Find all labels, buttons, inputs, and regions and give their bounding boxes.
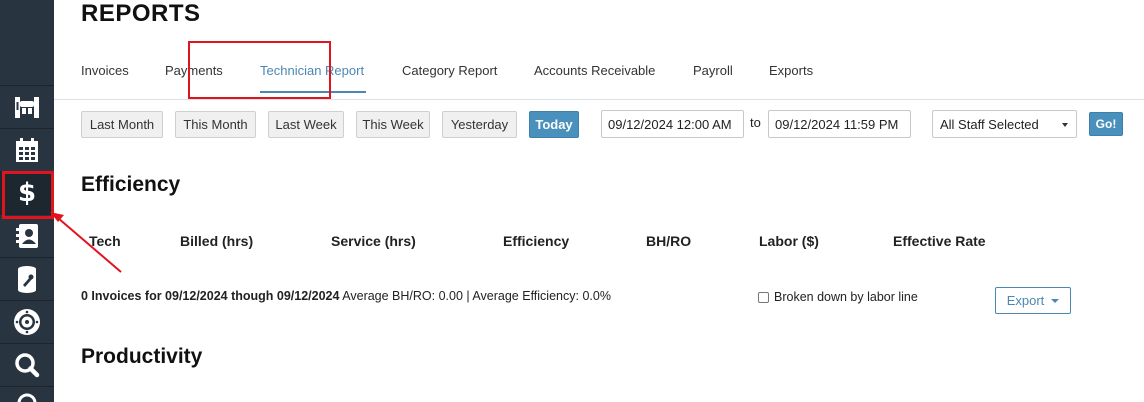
- car-lift-icon: [15, 97, 39, 118]
- yesterday-button[interactable]: Yesterday: [442, 111, 517, 138]
- sidebar-highlight-box: [2, 171, 54, 219]
- last-week-button[interactable]: Last Week: [268, 111, 344, 138]
- this-week-button[interactable]: This Week: [356, 111, 430, 138]
- summary-invoice-count: 0 Invoices for 09/12/2024 though 09/12/2…: [81, 289, 340, 303]
- go-button[interactable]: Go!: [1089, 112, 1123, 136]
- tab-category-report[interactable]: Category Report: [402, 63, 497, 78]
- breakdown-option[interactable]: Broken down by labor line: [758, 290, 918, 304]
- parts-icon: [18, 266, 36, 293]
- search-icon: [15, 353, 40, 378]
- caret-down-icon: [1051, 298, 1060, 303]
- tab-invoices[interactable]: Invoices: [81, 63, 129, 78]
- this-month-button[interactable]: This Month: [175, 111, 256, 138]
- productivity-title: Productivity: [81, 345, 203, 368]
- contacts-icon: [16, 224, 38, 248]
- last-month-button[interactable]: Last Month: [81, 111, 163, 138]
- export-label: Export: [1006, 293, 1045, 308]
- tab-exports[interactable]: Exports: [769, 63, 813, 78]
- chevron-down-icon: [1062, 123, 1068, 127]
- sidebar-top-spacer: [0, 0, 54, 86]
- col-effective-rate[interactable]: Effective Rate: [893, 233, 986, 249]
- tire-icon: [14, 309, 40, 335]
- breakdown-label: Broken down by labor line: [774, 290, 918, 304]
- col-bh-ro[interactable]: BH/RO: [646, 233, 691, 249]
- breakdown-checkbox[interactable]: [758, 291, 769, 303]
- partial-icon: [17, 393, 37, 402]
- summary-averages: Average BH/RO: 0.00 | Average Efficiency…: [339, 289, 611, 303]
- from-date-input[interactable]: 09/12/2024 12:00 AM: [601, 110, 744, 138]
- col-tech[interactable]: Tech: [89, 233, 121, 249]
- sidebar-item-car-lift[interactable]: [0, 86, 54, 129]
- to-label: to: [750, 115, 761, 130]
- sidebar-item-calendar[interactable]: [0, 129, 54, 172]
- efficiency-summary: 0 Invoices for 09/12/2024 though 09/12/2…: [81, 289, 611, 303]
- col-labor[interactable]: Labor ($): [759, 233, 819, 249]
- sidebar-item-contacts[interactable]: [0, 215, 54, 258]
- staff-select-value: All Staff Selected: [940, 116, 1039, 132]
- sidebar-item-parts[interactable]: [0, 258, 54, 301]
- staff-select[interactable]: All Staff Selected: [932, 110, 1077, 138]
- sidebar-item-search[interactable]: [0, 344, 54, 387]
- today-button[interactable]: Today: [529, 111, 579, 138]
- tab-payroll[interactable]: Payroll: [693, 63, 733, 78]
- export-button[interactable]: Export: [995, 287, 1071, 314]
- sidebar-item-tires[interactable]: [0, 301, 54, 344]
- col-service-hrs[interactable]: Service (hrs): [331, 233, 416, 249]
- col-billed-hrs[interactable]: Billed (hrs): [180, 233, 253, 249]
- col-efficiency[interactable]: Efficiency: [503, 233, 569, 249]
- efficiency-title: Efficiency: [81, 173, 181, 196]
- sidebar-item-more[interactable]: [0, 387, 54, 402]
- to-date-input[interactable]: 09/12/2024 11:59 PM: [768, 110, 911, 138]
- tab-highlight-box: [188, 41, 331, 99]
- calendar-icon: [16, 138, 38, 162]
- tab-accounts-receivable[interactable]: Accounts Receivable: [534, 63, 655, 78]
- page-title: REPORTS: [81, 0, 201, 27]
